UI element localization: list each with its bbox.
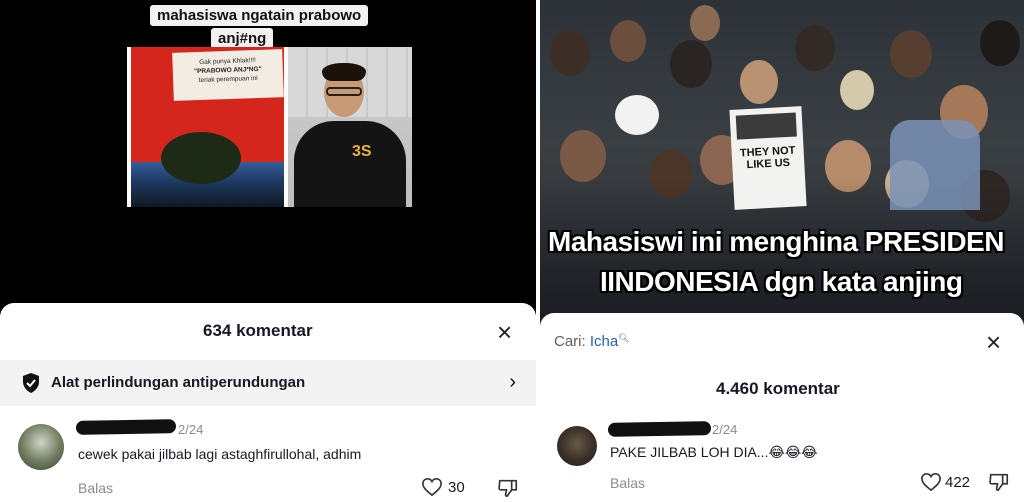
reply-button[interactable]: Balas: [78, 480, 113, 496]
reply-button[interactable]: Balas: [610, 475, 645, 491]
dislike-icon[interactable]: [497, 477, 519, 499]
redacted-username: [75, 419, 177, 435]
jacket: [294, 121, 406, 207]
right-screenshot: THEY NOT LIKE US Mahasiswi ini menghina …: [540, 0, 1024, 502]
comment-count: 4.460 komentar: [716, 379, 840, 398]
tree-silhouette: [161, 132, 241, 184]
protest-photo: [131, 132, 284, 207]
search-icon: 🔍︎: [618, 333, 630, 343]
video-overlay-line2: IINDONESIA dgn kata anjing: [600, 266, 963, 297]
anti-bullying-tools-label: Alat perlindungan antiperundungan: [51, 374, 306, 391]
commenter-avatar[interactable]: [18, 424, 64, 470]
comment-count: 634 komentar: [203, 321, 313, 340]
protest-sign: THEY NOT LIKE US: [729, 106, 807, 210]
commenter-avatar[interactable]: [557, 426, 597, 466]
crowd-person: [795, 25, 835, 71]
like-count: 422: [945, 474, 971, 491]
blue-shirt: [890, 120, 980, 210]
comment-text: PAKE JILBAB LOH DIA...😂😂😂: [610, 444, 818, 460]
glasses: [326, 87, 362, 96]
heart-icon[interactable]: [421, 477, 443, 497]
comments-sheet: 634 komentar × Alat perlindungan antiper…: [0, 303, 536, 502]
video-thumbnail[interactable]: Gak punya Khlak!!!! "PRABOWO ANJ*NG" ter…: [127, 47, 412, 207]
paper-text-line3: teriak perempuan ini: [198, 74, 258, 85]
white-helmet: [615, 95, 659, 135]
shield-check-icon: [23, 373, 39, 393]
protest-crowd-video[interactable]: THEY NOT LIKE US Mahasiswi ini menghina …: [540, 0, 1024, 320]
crowd-person: [740, 60, 778, 104]
left-screenshot: mahasiswa ngatain prabowo anj#ng Gak pun…: [0, 0, 536, 502]
like-count: 30: [448, 479, 465, 496]
search-term[interactable]: Icha: [590, 333, 618, 350]
crowd-person: [670, 40, 712, 88]
video-caption-line2: anj#ng: [211, 28, 274, 49]
crowd-person: [690, 5, 720, 41]
crowd-person: [890, 30, 932, 78]
anti-bullying-tools-row[interactable]: Alat perlindungan antiperundungan ›: [0, 360, 536, 406]
torn-paper-quote: Gak punya Khlak!!!! "PRABOWO ANJ*NG" ter…: [172, 49, 284, 101]
comments-sheet: Cari: Icha🔍︎ × 4.460 komentar 2/24 PAKE …: [540, 313, 1024, 502]
comment-date: 2/24: [178, 422, 204, 437]
crowd-person: [840, 70, 874, 110]
crowd-person: [980, 20, 1020, 66]
close-icon[interactable]: ×: [497, 319, 512, 345]
crowd-person: [610, 20, 646, 62]
chevron-right-icon: ›: [509, 371, 516, 393]
search-prefix: Cari:: [554, 333, 586, 350]
search-suggestion[interactable]: Cari: Icha🔍︎: [554, 333, 630, 350]
sign-photos: [735, 112, 797, 140]
crowd-person: [550, 30, 590, 76]
streamer-webcam: 3S: [288, 47, 412, 207]
paper-text-line2: "PRABOWO ANJ*NG": [193, 65, 262, 76]
video-caption-line1: mahasiswa ngatain prabowo: [150, 5, 369, 26]
sign-text: THEY NOT LIKE US: [739, 144, 796, 172]
hair: [322, 63, 366, 81]
comment-text: cewek pakai jilbab lagi astaghfirullohal…: [78, 446, 362, 462]
crowd-person: [560, 130, 606, 182]
dislike-icon[interactable]: [988, 471, 1010, 493]
jacket-logo: 3S: [352, 143, 372, 160]
close-icon[interactable]: ×: [986, 329, 1001, 355]
comment-date: 2/24: [712, 422, 738, 437]
video-overlay-line1: Mahasiswi ini menghina PRESIDEN: [548, 226, 1004, 257]
redacted-username: [607, 421, 712, 437]
heart-icon[interactable]: [920, 472, 942, 492]
